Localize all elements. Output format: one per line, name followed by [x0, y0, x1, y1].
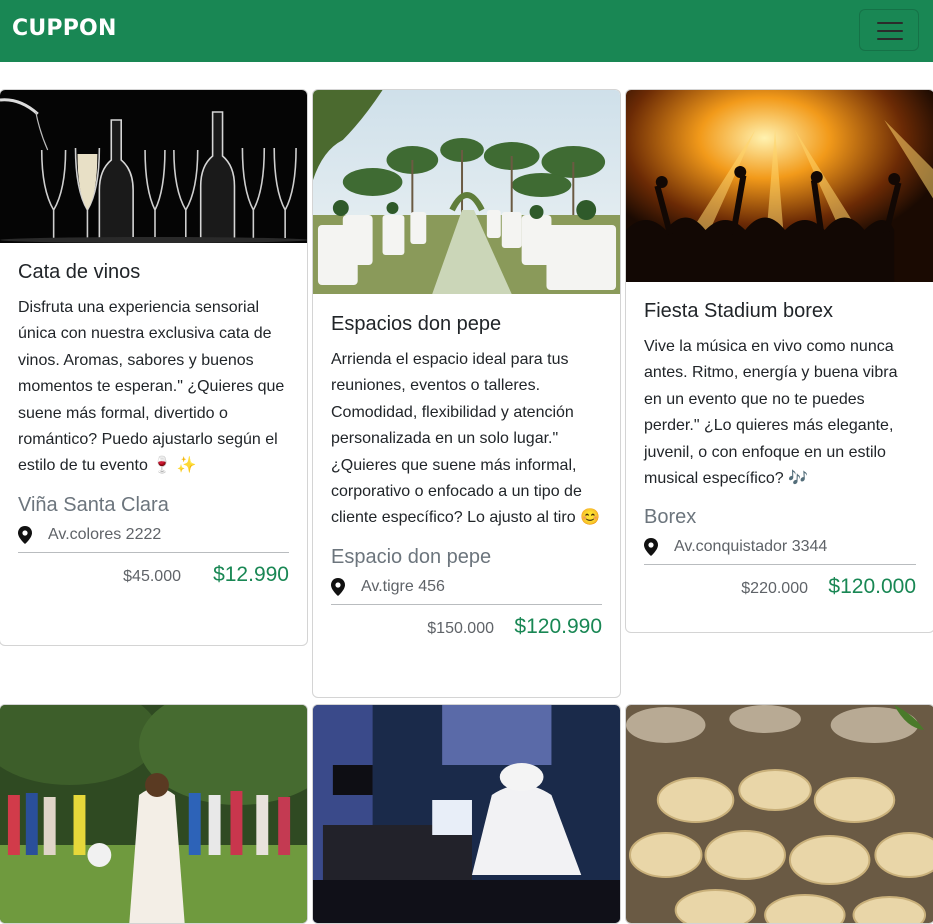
- old-price: $220.000: [741, 580, 808, 598]
- card-title[interactable]: Cata de vinos: [18, 259, 289, 285]
- card-venue: Viña Santa Clara: [18, 493, 169, 516]
- old-price: $45.000: [123, 567, 181, 585]
- card-address: Av.tigre 456: [331, 576, 602, 598]
- card-prices: $45.000 $12.990: [18, 563, 289, 603]
- event-card-wine-tasting[interactable]: Cata de vinos Disfruta una experiencia s…: [0, 89, 308, 646]
- wedding-guests-image: [0, 705, 307, 923]
- card-divider: [644, 564, 916, 566]
- address-text: Av.tigre 456: [361, 577, 445, 595]
- card-description: Vive la música en vivo como nunca antes.…: [644, 338, 898, 488]
- navbar: CUPPON: [0, 0, 933, 62]
- macarons-image: [626, 705, 933, 923]
- wedding-aisle-image: [313, 90, 620, 294]
- card-prices: $220.000 $120.000: [644, 575, 916, 615]
- old-price: $150.000: [427, 619, 494, 637]
- event-card-venue-rental[interactable]: Espacios don pepe Arrienda el espacio id…: [312, 89, 621, 698]
- discount-price: $120.000: [828, 575, 916, 599]
- address-text: Av.colores 2222: [48, 525, 162, 543]
- card-title[interactable]: Espacios don pepe: [331, 311, 602, 337]
- concert-crowd-image: [626, 90, 933, 282]
- event-card-dj[interactable]: [312, 704, 621, 924]
- map-pin-icon: [18, 525, 32, 544]
- navbar-toggler-button[interactable]: [859, 9, 919, 51]
- dj-booth-image: [313, 705, 620, 923]
- card-description: Disfruta una experiencia sensorial única…: [18, 299, 285, 475]
- map-pin-icon: [331, 577, 345, 596]
- event-card-stadium-party[interactable]: Fiesta Stadium borex Vive la música en v…: [625, 89, 933, 633]
- event-card-wedding[interactable]: [0, 704, 308, 924]
- card-address: Av.colores 2222: [18, 524, 289, 546]
- event-card-macarons[interactable]: [625, 704, 933, 924]
- card-address: Av.conquistador 3344: [644, 536, 916, 558]
- discount-price: $12.990: [213, 562, 289, 586]
- discount-price: $120.990: [514, 614, 602, 638]
- card-divider: [18, 551, 289, 553]
- hamburger-menu-icon: [877, 22, 903, 24]
- card-description: Arrienda el espacio ideal para tus reuni…: [331, 351, 600, 527]
- card-venue: Espacio don pepe: [331, 545, 492, 568]
- map-pin-icon: [644, 538, 658, 557]
- card-title[interactable]: Fiesta Stadium borex: [644, 298, 916, 324]
- card-venue: Borex: [644, 506, 697, 529]
- brand-logo[interactable]: CUPPON: [12, 16, 117, 41]
- address-text: Av.conquistador 3344: [674, 538, 828, 556]
- card-prices: $150.000 $120.990: [331, 615, 602, 655]
- card-divider: [331, 603, 602, 605]
- wine-glasses-image: [0, 90, 307, 243]
